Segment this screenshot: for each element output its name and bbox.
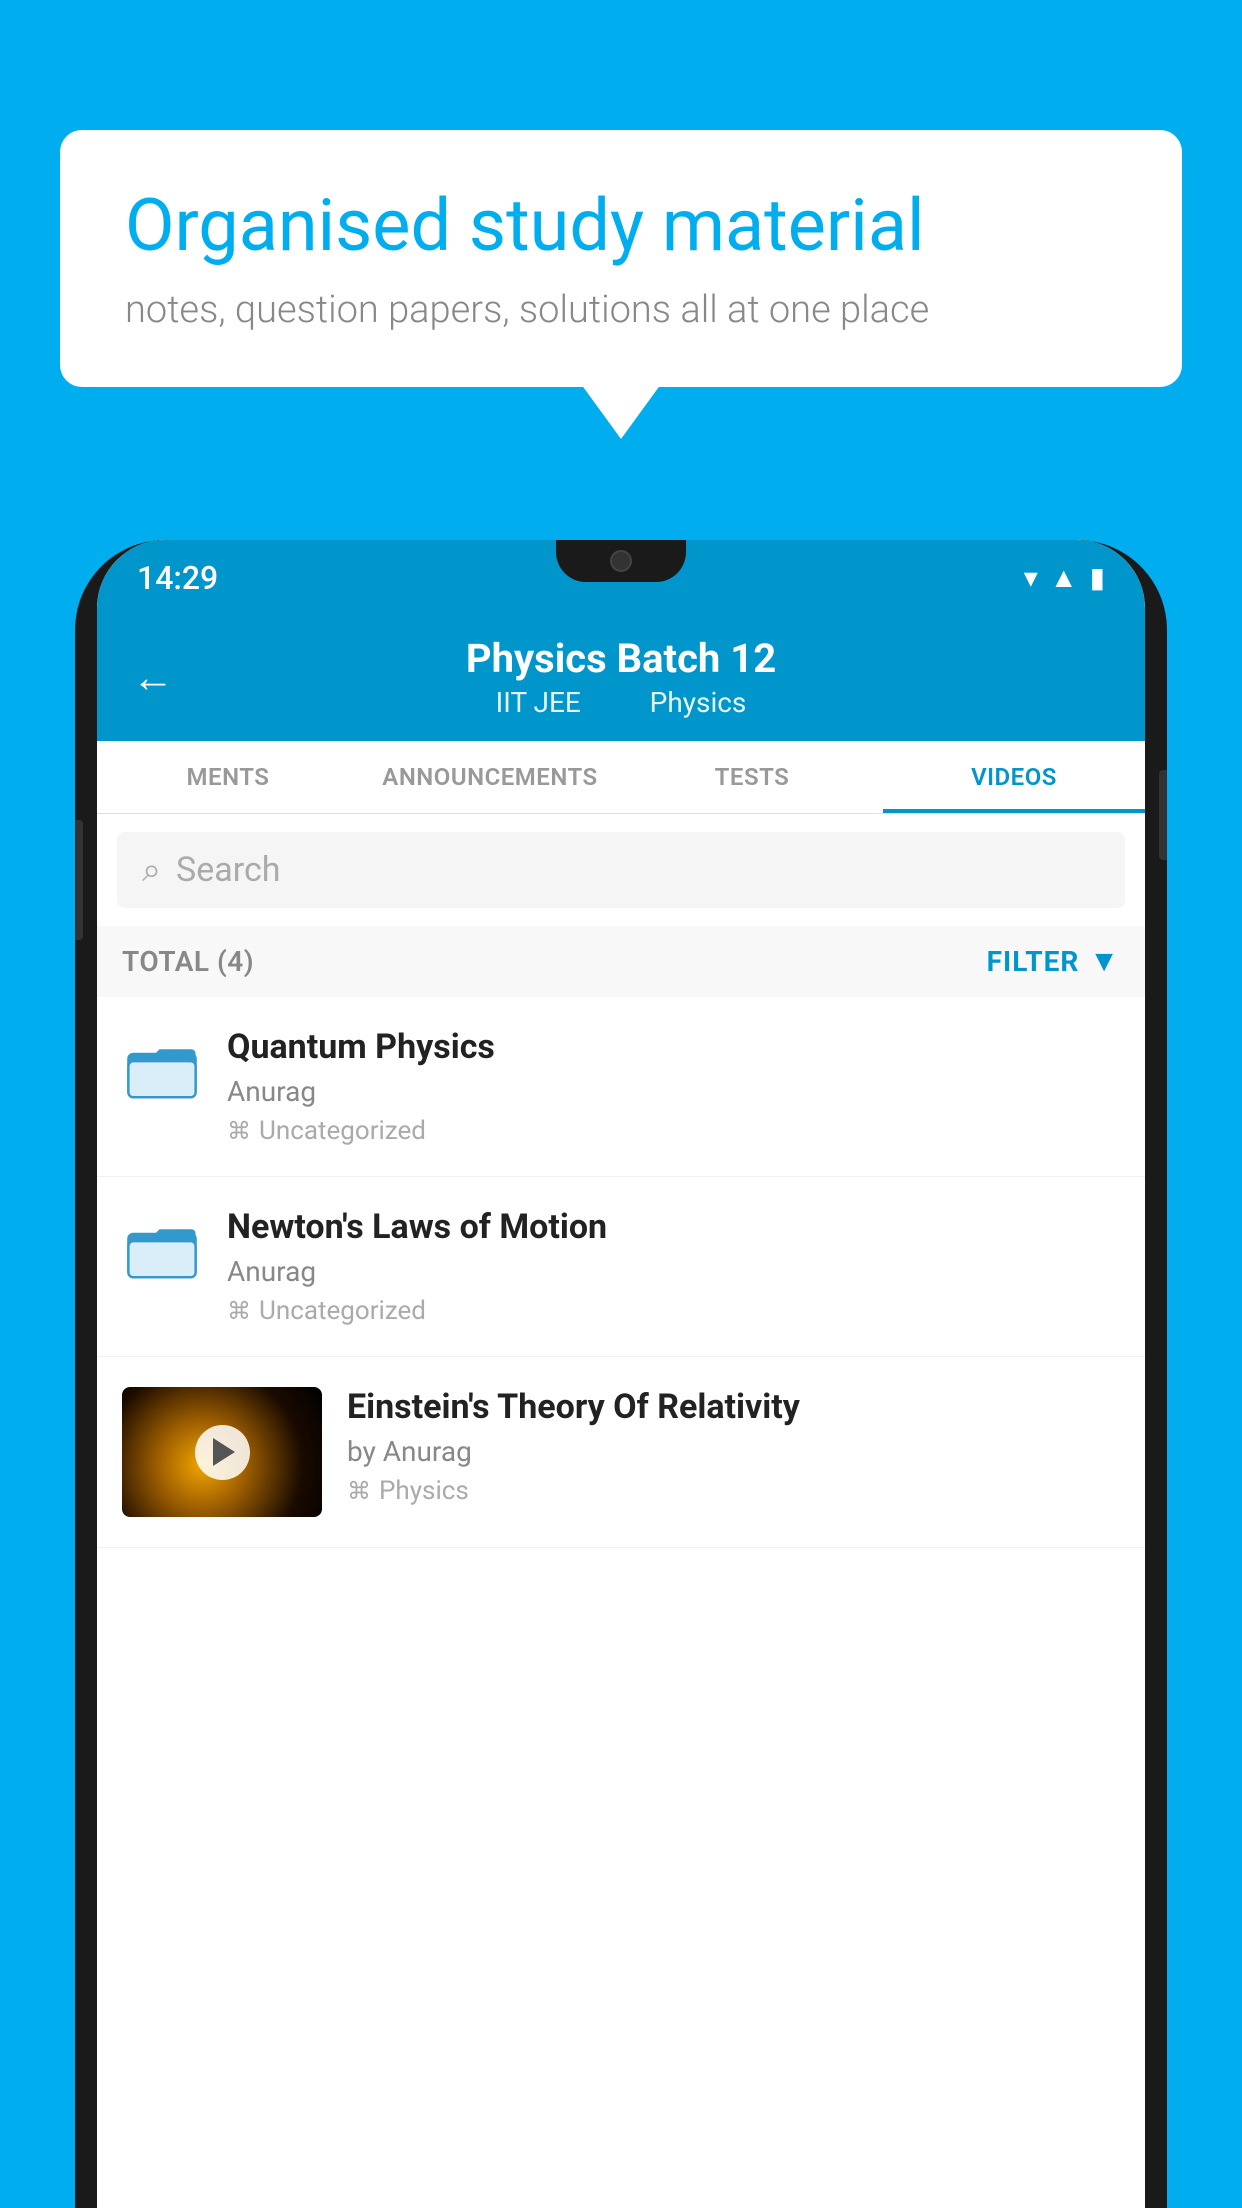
filter-button[interactable]: FILTER ▼ [987,944,1120,979]
bubble-title: Organised study material [125,185,1117,268]
item-title: Quantum Physics [227,1027,1120,1067]
filter-bar: TOTAL (4) FILTER ▼ [97,926,1145,997]
app-header: ← Physics Batch 12 IIT JEE Physics [97,615,1145,741]
tag-text: Uncategorized [259,1116,426,1146]
total-count: TOTAL (4) [122,945,254,978]
item-info: Einstein's Theory Of Relativity by Anura… [347,1387,1120,1506]
phone-inner: 14:29 ▾ ▲ ▮ ← Physics Batch 12 IIT JEE P… [97,540,1145,2208]
item-author: by Anurag [347,1435,1120,1468]
item-tag: ⌘ Physics [347,1476,1120,1506]
back-button[interactable]: ← [132,654,174,703]
tag-icon: ⌘ [227,1117,251,1145]
item-info: Newton's Laws of Motion Anurag ⌘ Uncateg… [227,1207,1120,1326]
notch [556,540,686,582]
status-bar: 14:29 ▾ ▲ ▮ [97,540,1145,615]
tab-videos[interactable]: VIDEOS [883,741,1145,813]
tag-text: Physics [379,1476,469,1506]
play-triangle-icon [213,1438,235,1466]
list-item[interactable]: Newton's Laws of Motion Anurag ⌘ Uncateg… [97,1177,1145,1357]
tab-announcements[interactable]: ANNOUNCEMENTS [359,741,621,813]
speech-bubble-container: Organised study material notes, question… [60,130,1182,387]
video-list: Quantum Physics Anurag ⌘ Uncategorized [97,997,1145,1548]
search-icon: ⌕ [142,850,161,890]
tag-text: Uncategorized [259,1296,426,1326]
item-author: Anurag [227,1075,1120,1108]
list-item[interactable]: Quantum Physics Anurag ⌘ Uncategorized [97,997,1145,1177]
search-container: ⌕ Search [97,814,1145,926]
video-thumbnail [122,1387,322,1517]
filter-label: FILTER [987,945,1080,978]
item-title: Einstein's Theory Of Relativity [347,1387,1120,1427]
header-subtitle: IIT JEE Physics [137,686,1105,719]
item-icon-folder [122,1027,202,1117]
header-subtitle-part2: Physics [650,686,747,719]
camera [610,550,632,572]
tag-icon: ⌘ [347,1477,371,1505]
item-author: Anurag [227,1255,1120,1288]
search-box[interactable]: ⌕ Search [117,832,1125,908]
signal-icon: ▲ [1050,561,1078,594]
list-item[interactable]: Einstein's Theory Of Relativity by Anura… [97,1357,1145,1548]
item-tag: ⌘ Uncategorized [227,1296,1120,1326]
filter-icon: ▼ [1089,944,1120,979]
tab-tests[interactable]: TESTS [621,741,883,813]
header-title: Physics Batch 12 [137,635,1105,682]
status-time: 14:29 [137,559,218,597]
play-button[interactable] [195,1425,250,1480]
status-icons: ▾ ▲ ▮ [1024,561,1105,594]
bubble-subtitle: notes, question papers, solutions all at… [125,288,1117,332]
phone-side-right [1159,770,1167,860]
item-title: Newton's Laws of Motion [227,1207,1120,1247]
speech-bubble: Organised study material notes, question… [60,130,1182,387]
header-subtitle-part1: IIT JEE [496,686,581,719]
tab-ments[interactable]: MENTS [97,741,359,813]
phone-side-left [75,820,83,940]
phone-frame: 14:29 ▾ ▲ ▮ ← Physics Batch 12 IIT JEE P… [75,540,1167,2208]
search-placeholder: Search [176,850,280,890]
tag-icon: ⌘ [227,1297,251,1325]
item-tag: ⌘ Uncategorized [227,1116,1120,1146]
battery-icon: ▮ [1090,561,1105,594]
wifi-icon: ▾ [1024,561,1038,594]
header-subtitle-sep [612,686,626,719]
thumb-bg [122,1387,322,1517]
item-info: Quantum Physics Anurag ⌘ Uncategorized [227,1027,1120,1146]
tabs-bar: MENTS ANNOUNCEMENTS TESTS VIDEOS [97,741,1145,814]
item-icon-folder [122,1207,202,1297]
